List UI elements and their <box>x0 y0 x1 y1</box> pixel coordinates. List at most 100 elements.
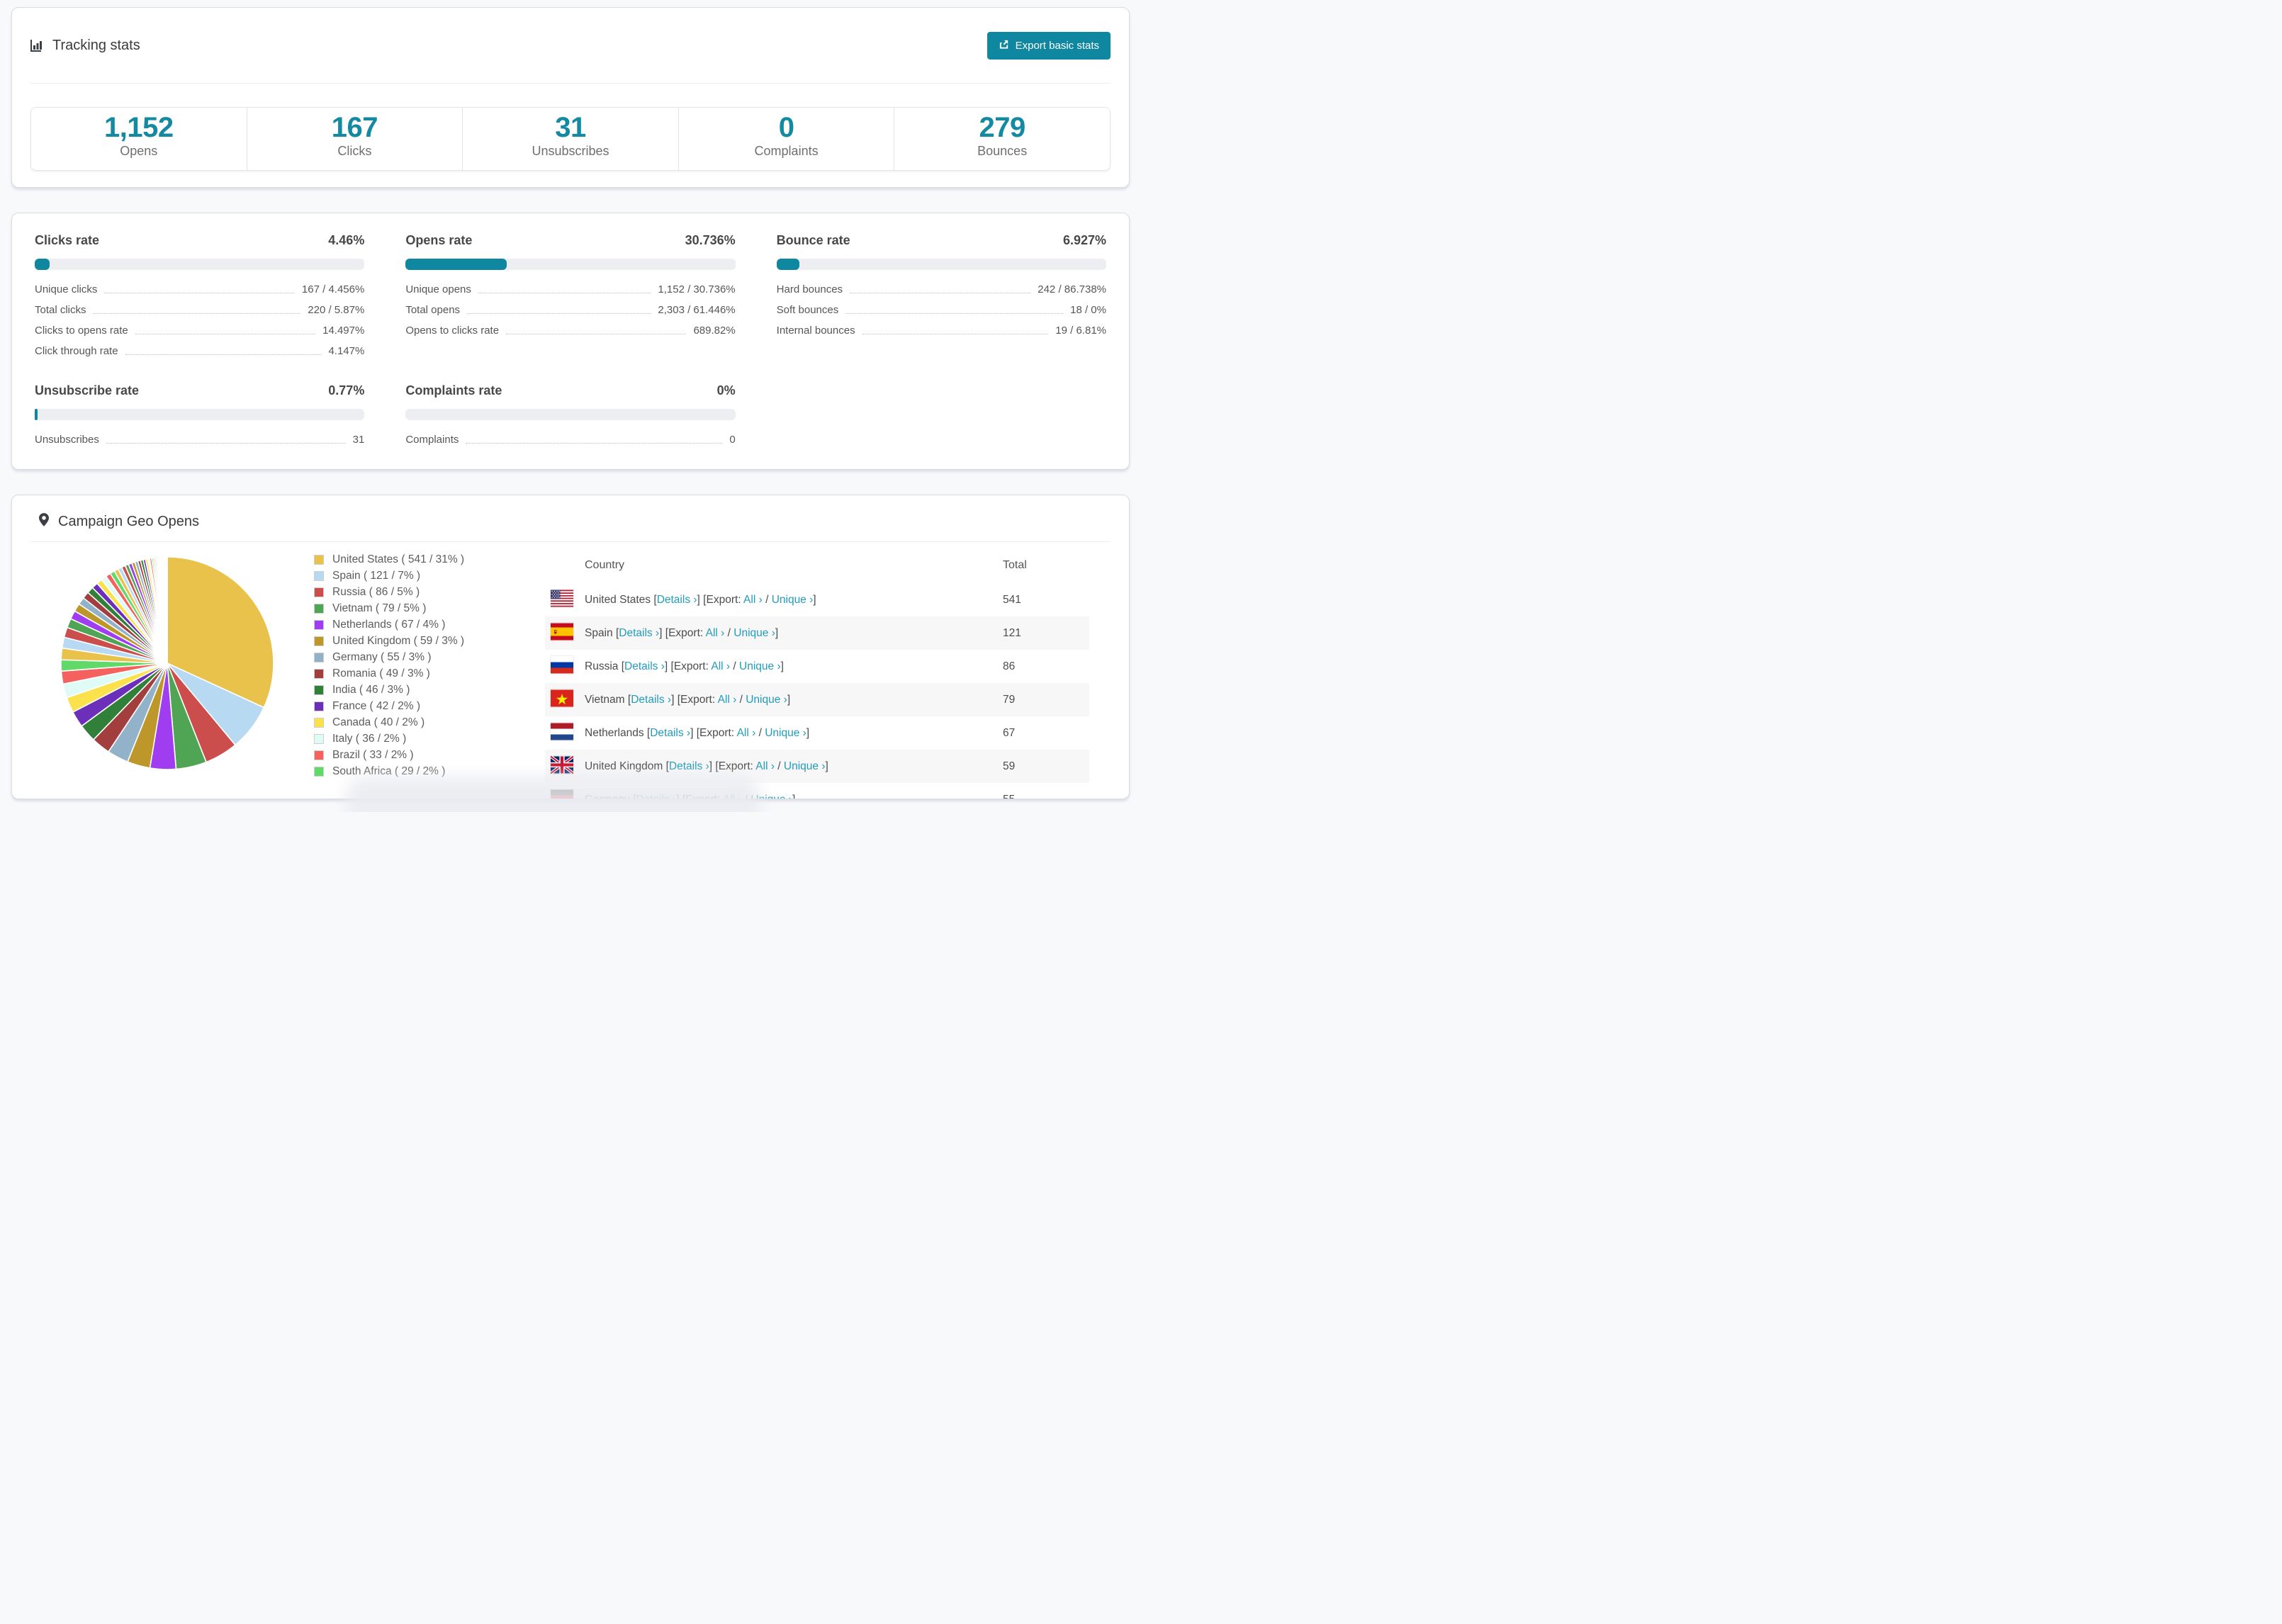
details-link[interactable]: Details › <box>624 660 665 672</box>
rate-row: Complaints 0 <box>405 433 735 446</box>
legend-item[interactable]: India ( 46 / 3% ) <box>314 684 539 697</box>
legend-item[interactable]: Russia ( 86 / 5% ) <box>314 586 539 599</box>
rate-row-label: Complaints <box>405 434 459 446</box>
export-unique-link[interactable]: Unique › <box>765 727 806 739</box>
legend-swatch <box>314 653 324 662</box>
rate-block: Complaints rate 0% Complaints 0 <box>405 383 736 446</box>
export-prefix: Export: <box>673 660 709 672</box>
export-unique-link[interactable]: Unique › <box>746 694 787 706</box>
dotted-leader <box>467 313 651 314</box>
details-link[interactable]: Details › <box>657 594 697 606</box>
export-unique-link[interactable]: Unique › <box>784 760 826 772</box>
stat-cell: 1,152 Opens <box>31 108 247 170</box>
export-prefix: Export: <box>680 693 716 706</box>
rate-row-label: Unique clicks <box>35 283 98 295</box>
legend-item[interactable]: Netherlands ( 67 / 4% ) <box>314 619 539 631</box>
rate-row: Clicks to opens rate 14.497% <box>35 324 364 337</box>
legend-label: Brazil ( 33 / 2% ) <box>332 749 414 761</box>
rate-row-label: Opens to clicks rate <box>405 325 500 337</box>
export-all-link[interactable]: All › <box>706 627 725 639</box>
geo-pie-chart[interactable] <box>57 553 277 773</box>
rate-row-value: 220 / 5.87% <box>308 304 365 316</box>
tracking-card-header: Tracking stats Export basic stats <box>12 8 1129 83</box>
country-name: Spain <box>585 626 613 639</box>
export-all-link[interactable]: All › <box>718 694 737 706</box>
details-link[interactable]: Details › <box>631 694 671 706</box>
rate-row-value: 18 / 0% <box>1070 304 1106 316</box>
stat-label: Clicks <box>337 144 372 158</box>
legend-label: Vietnam ( 79 / 5% ) <box>332 602 427 614</box>
rate-row-value: 14.497% <box>322 325 365 337</box>
dotted-leader <box>845 313 1064 314</box>
legend-item[interactable]: Romania ( 49 / 3% ) <box>314 667 539 680</box>
progress-bar <box>35 409 365 420</box>
details-link[interactable]: Details › <box>650 727 690 739</box>
campaign-geo-opens-card: Campaign Geo Opens United States ( 541 /… <box>11 495 1130 799</box>
country-flag-icon <box>551 723 573 740</box>
rate-row-value: 1,152 / 30.736% <box>658 283 736 295</box>
rate-block: Opens rate 30.736% Unique opens 1,152 / … <box>405 233 736 358</box>
rate-title: Clicks rate <box>35 233 100 247</box>
rate-row: Unique clicks 167 / 4.456% <box>35 283 364 296</box>
export-all-link[interactable]: All › <box>743 594 763 606</box>
dotted-leader <box>93 313 301 314</box>
export-all-link[interactable]: All › <box>737 727 756 739</box>
legend-item[interactable]: Italy ( 36 / 2% ) <box>314 733 539 745</box>
legend-item[interactable]: Germany ( 55 / 3% ) <box>314 651 539 664</box>
export-all-link[interactable]: All › <box>711 660 730 672</box>
progress-bar <box>405 409 736 420</box>
geo-card-header: Campaign Geo Opens <box>12 495 1129 541</box>
legend-item[interactable]: France ( 42 / 2% ) <box>314 700 539 713</box>
rate-row-label: Soft bounces <box>776 304 839 316</box>
tracking-stats-page: Tracking stats Export basic stats 1,152 … <box>0 0 1141 812</box>
country-total: 79 <box>1003 693 1016 706</box>
legend-swatch <box>314 750 324 760</box>
export-unique-link[interactable]: Unique › <box>739 660 781 672</box>
country-name: Russia <box>585 660 619 672</box>
country-total: 541 <box>1003 593 1021 606</box>
legend-label: Netherlands ( 67 / 4% ) <box>332 619 446 631</box>
progress-bar-fill <box>35 409 38 420</box>
table-row: Netherlands [Details ›] [Export: All › /… <box>545 716 1089 750</box>
details-link[interactable]: Details › <box>619 627 659 639</box>
legend-item[interactable]: Spain ( 121 / 7% ) <box>314 570 539 582</box>
rates-card: Clicks rate 4.46% Unique clicks 167 / 4.… <box>11 213 1130 470</box>
country-flag-icon <box>551 689 573 707</box>
rate-row-label: Click through rate <box>35 345 118 357</box>
legend-item[interactable]: United States ( 541 / 31% ) <box>314 553 539 566</box>
country-column-header: Country <box>585 559 625 571</box>
bottom-overlay-shadow <box>346 777 760 812</box>
country-flag-icon <box>551 656 573 674</box>
geo-pie-wrap <box>57 553 277 799</box>
export-unique-link[interactable]: Unique › <box>734 627 775 639</box>
legend-item[interactable]: Canada ( 40 / 2% ) <box>314 716 539 729</box>
page-title: Tracking stats <box>52 37 140 53</box>
legend-swatch <box>314 669 324 679</box>
legend-label: Romania ( 49 / 3% ) <box>332 667 430 680</box>
rate-row-label: Unique opens <box>405 283 471 295</box>
progress-bar-fill <box>405 259 507 270</box>
country-cell: Vietnam [Details ›] [Export: All › / Uni… <box>585 693 791 706</box>
rate-row: Internal bounces 19 / 6.81% <box>777 324 1106 337</box>
legend-label: Italy ( 36 / 2% ) <box>332 733 407 745</box>
geo-legend: United States ( 541 / 31% ) Spain ( 121 … <box>314 553 539 799</box>
legend-item[interactable]: Vietnam ( 79 / 5% ) <box>314 602 539 615</box>
flag-cell <box>545 583 579 616</box>
rate-row-value: 0 <box>729 434 736 446</box>
rate-row: Unsubscribes 31 <box>35 433 364 446</box>
legend-swatch <box>314 555 324 565</box>
rate-row: Opens to clicks rate 689.82% <box>405 324 735 337</box>
details-link[interactable]: Details › <box>669 760 709 772</box>
export-all-link[interactable]: All › <box>755 760 775 772</box>
country-flag-icon <box>551 623 573 641</box>
export-prefix: Export: <box>668 626 704 639</box>
rate-row: Click through rate 4.147% <box>35 344 364 358</box>
rate-percentage: 30.736% <box>685 233 736 247</box>
export-basic-stats-button[interactable]: Export basic stats <box>987 31 1111 60</box>
rate-row-label: Unsubscribes <box>35 434 99 446</box>
export-unique-link[interactable]: Unique › <box>772 594 814 606</box>
progress-bar <box>35 259 365 270</box>
legend-item[interactable]: United Kingdom ( 59 / 3% ) <box>314 635 539 648</box>
stat-label: Bounces <box>977 144 1028 158</box>
legend-item[interactable]: Brazil ( 33 / 2% ) <box>314 749 539 762</box>
